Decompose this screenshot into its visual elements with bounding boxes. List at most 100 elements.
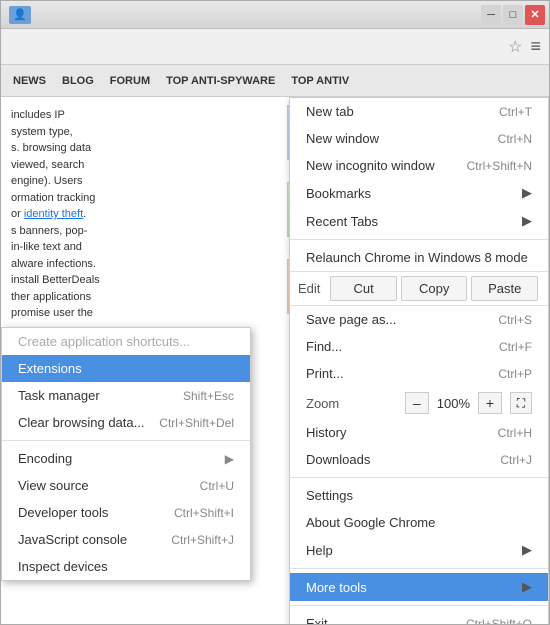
menu-exit[interactable]: Exit Ctrl+Shift+Q <box>290 610 548 624</box>
more-tools-submenu[interactable]: Create application shortcuts... Extensio… <box>1 327 251 581</box>
menu-about-chrome[interactable]: About Google Chrome <box>290 509 548 536</box>
menu-save-page-label: Save page as... <box>306 312 396 327</box>
menu-more-tools[interactable]: More tools ▶ <box>290 573 548 601</box>
identity-theft-link[interactable]: identity theft <box>24 208 83 220</box>
menu-print[interactable]: Print... Ctrl+P <box>290 360 548 387</box>
submenu-task-manager[interactable]: Task manager Shift+Esc <box>2 382 250 409</box>
menu-print-label: Print... <box>306 366 344 381</box>
submenu-view-source-label: View source <box>18 478 89 493</box>
submenu-encoding[interactable]: Encoding ▶ <box>2 445 250 472</box>
submenu-view-source-shortcut: Ctrl+U <box>200 479 234 493</box>
menu-divider-4 <box>290 605 548 606</box>
menu-bookmarks-arrow: ▶ <box>522 185 532 201</box>
chrome-menu-icon[interactable]: ≡ <box>530 36 541 57</box>
menu-settings[interactable]: Settings <box>290 482 548 509</box>
submenu-extensions[interactable]: Extensions <box>2 355 250 382</box>
submenu-divider-1 <box>2 440 250 441</box>
menu-incognito-label: New incognito window <box>306 158 435 173</box>
submenu-extensions-label: Extensions <box>18 361 82 376</box>
menu-incognito[interactable]: New incognito window Ctrl+Shift+N <box>290 152 548 179</box>
nav-item-news[interactable]: NEWS <box>13 75 46 87</box>
submenu-clear-browsing[interactable]: Clear browsing data... Ctrl+Shift+Del <box>2 409 250 436</box>
title-bar: 👤 ─ □ ✕ <box>1 1 549 29</box>
submenu-clear-browsing-shortcut: Ctrl+Shift+Del <box>159 416 234 430</box>
chrome-main-menu[interactable]: New tab Ctrl+T New window Ctrl+N New inc… <box>289 97 549 624</box>
menu-settings-label: Settings <box>306 488 353 503</box>
fullscreen-button[interactable]: ⛶ <box>510 392 532 414</box>
menu-zoom-row: Zoom – 100% + ⛶ <box>290 387 548 419</box>
menu-print-shortcut: Ctrl+P <box>498 367 532 381</box>
menu-new-window-shortcut: Ctrl+N <box>498 132 532 146</box>
menu-about-chrome-label: About Google Chrome <box>306 515 435 530</box>
nav-item-forum[interactable]: FORUM <box>110 75 150 87</box>
zoom-plus-button[interactable]: + <box>478 392 502 414</box>
submenu-dev-tools[interactable]: Developer tools Ctrl+Shift+I <box>2 499 250 526</box>
submenu-task-manager-label: Task manager <box>18 388 100 403</box>
menu-more-tools-arrow: ▶ <box>522 579 532 595</box>
submenu-js-console[interactable]: JavaScript console Ctrl+Shift+J <box>2 526 250 553</box>
menu-divider-2 <box>290 477 548 478</box>
menu-zoom-label: Zoom <box>306 396 339 411</box>
nav-item-antispyware[interactable]: TOP ANTI-SPYWARE <box>166 75 275 87</box>
page-text: includes IP system type, s. browsing dat… <box>11 107 261 322</box>
menu-edit-label: Edit <box>298 281 320 296</box>
bookmark-star-icon[interactable]: ☆ <box>508 37 522 57</box>
menu-exit-label: Exit <box>306 616 328 624</box>
menu-find-label: Find... <box>306 339 342 354</box>
submenu-inspect-devices[interactable]: Inspect devices <box>2 553 250 580</box>
submenu-header: Create application shortcuts... <box>2 328 250 355</box>
menu-exit-shortcut: Ctrl+Shift+Q <box>466 617 532 625</box>
browser-window: 👤 ─ □ ✕ ☆ ≡ NEWS BLOG FORUM TOP ANTI-SPY… <box>0 0 550 625</box>
submenu-js-console-shortcut: Ctrl+Shift+J <box>171 533 234 547</box>
menu-recent-tabs-label: Recent Tabs <box>306 214 378 229</box>
menu-help-arrow: ▶ <box>522 542 532 558</box>
menu-downloads[interactable]: Downloads Ctrl+J <box>290 446 548 473</box>
menu-cut-button[interactable]: Cut <box>330 276 397 301</box>
menu-history-shortcut: Ctrl+H <box>498 426 532 440</box>
menu-new-window-label: New window <box>306 131 379 146</box>
nav-item-antiv[interactable]: TOP ANTIV <box>291 75 349 87</box>
close-button[interactable]: ✕ <box>525 5 545 25</box>
browser-toolbar: ☆ ≡ <box>1 29 549 65</box>
submenu-inspect-devices-label: Inspect devices <box>18 559 108 574</box>
menu-help-label: Help <box>306 543 333 558</box>
menu-find[interactable]: Find... Ctrl+F <box>290 333 548 360</box>
zoom-value: 100% <box>429 396 478 411</box>
minimize-button[interactable]: ─ <box>481 5 501 25</box>
zoom-control: – 100% + ⛶ <box>405 392 532 414</box>
submenu-dev-tools-shortcut: Ctrl+Shift+I <box>174 506 234 520</box>
menu-history[interactable]: History Ctrl+H <box>290 419 548 446</box>
menu-relaunch-label: Relaunch Chrome in Windows 8 mode <box>306 250 528 265</box>
maximize-button[interactable]: □ <box>503 5 523 25</box>
user-icon: 👤 <box>9 6 31 24</box>
submenu-clear-browsing-label: Clear browsing data... <box>18 415 144 430</box>
submenu-js-console-label: JavaScript console <box>18 532 127 547</box>
menu-edit-row: Edit Cut Copy Paste <box>290 271 548 306</box>
submenu-view-source[interactable]: View source Ctrl+U <box>2 472 250 499</box>
menu-downloads-shortcut: Ctrl+J <box>500 453 532 467</box>
zoom-minus-button[interactable]: – <box>405 392 429 414</box>
menu-recent-tabs-arrow: ▶ <box>522 213 532 229</box>
menu-bookmarks[interactable]: Bookmarks ▶ <box>290 179 548 207</box>
submenu-encoding-label: Encoding <box>18 451 72 466</box>
menu-new-window[interactable]: New window Ctrl+N <box>290 125 548 152</box>
nav-bar: NEWS BLOG FORUM TOP ANTI-SPYWARE TOP ANT… <box>1 65 549 97</box>
menu-copy-button[interactable]: Copy <box>401 276 468 301</box>
menu-downloads-label: Downloads <box>306 452 370 467</box>
content-area: includes IP system type, s. browsing dat… <box>1 97 549 624</box>
menu-more-tools-label: More tools <box>306 580 367 595</box>
menu-divider-3 <box>290 568 548 569</box>
menu-history-label: History <box>306 425 346 440</box>
menu-paste-button[interactable]: Paste <box>471 276 538 301</box>
menu-help[interactable]: Help ▶ <box>290 536 548 564</box>
menu-relaunch[interactable]: Relaunch Chrome in Windows 8 mode <box>290 244 548 271</box>
nav-item-blog[interactable]: BLOG <box>62 75 94 87</box>
menu-new-tab-label: New tab <box>306 104 354 119</box>
menu-new-tab[interactable]: New tab Ctrl+T <box>290 98 548 125</box>
submenu-dev-tools-label: Developer tools <box>18 505 108 520</box>
menu-save-page[interactable]: Save page as... Ctrl+S <box>290 306 548 333</box>
menu-find-shortcut: Ctrl+F <box>499 340 532 354</box>
menu-recent-tabs[interactable]: Recent Tabs ▶ <box>290 207 548 235</box>
menu-divider-1 <box>290 239 548 240</box>
menu-save-page-shortcut: Ctrl+S <box>498 313 532 327</box>
